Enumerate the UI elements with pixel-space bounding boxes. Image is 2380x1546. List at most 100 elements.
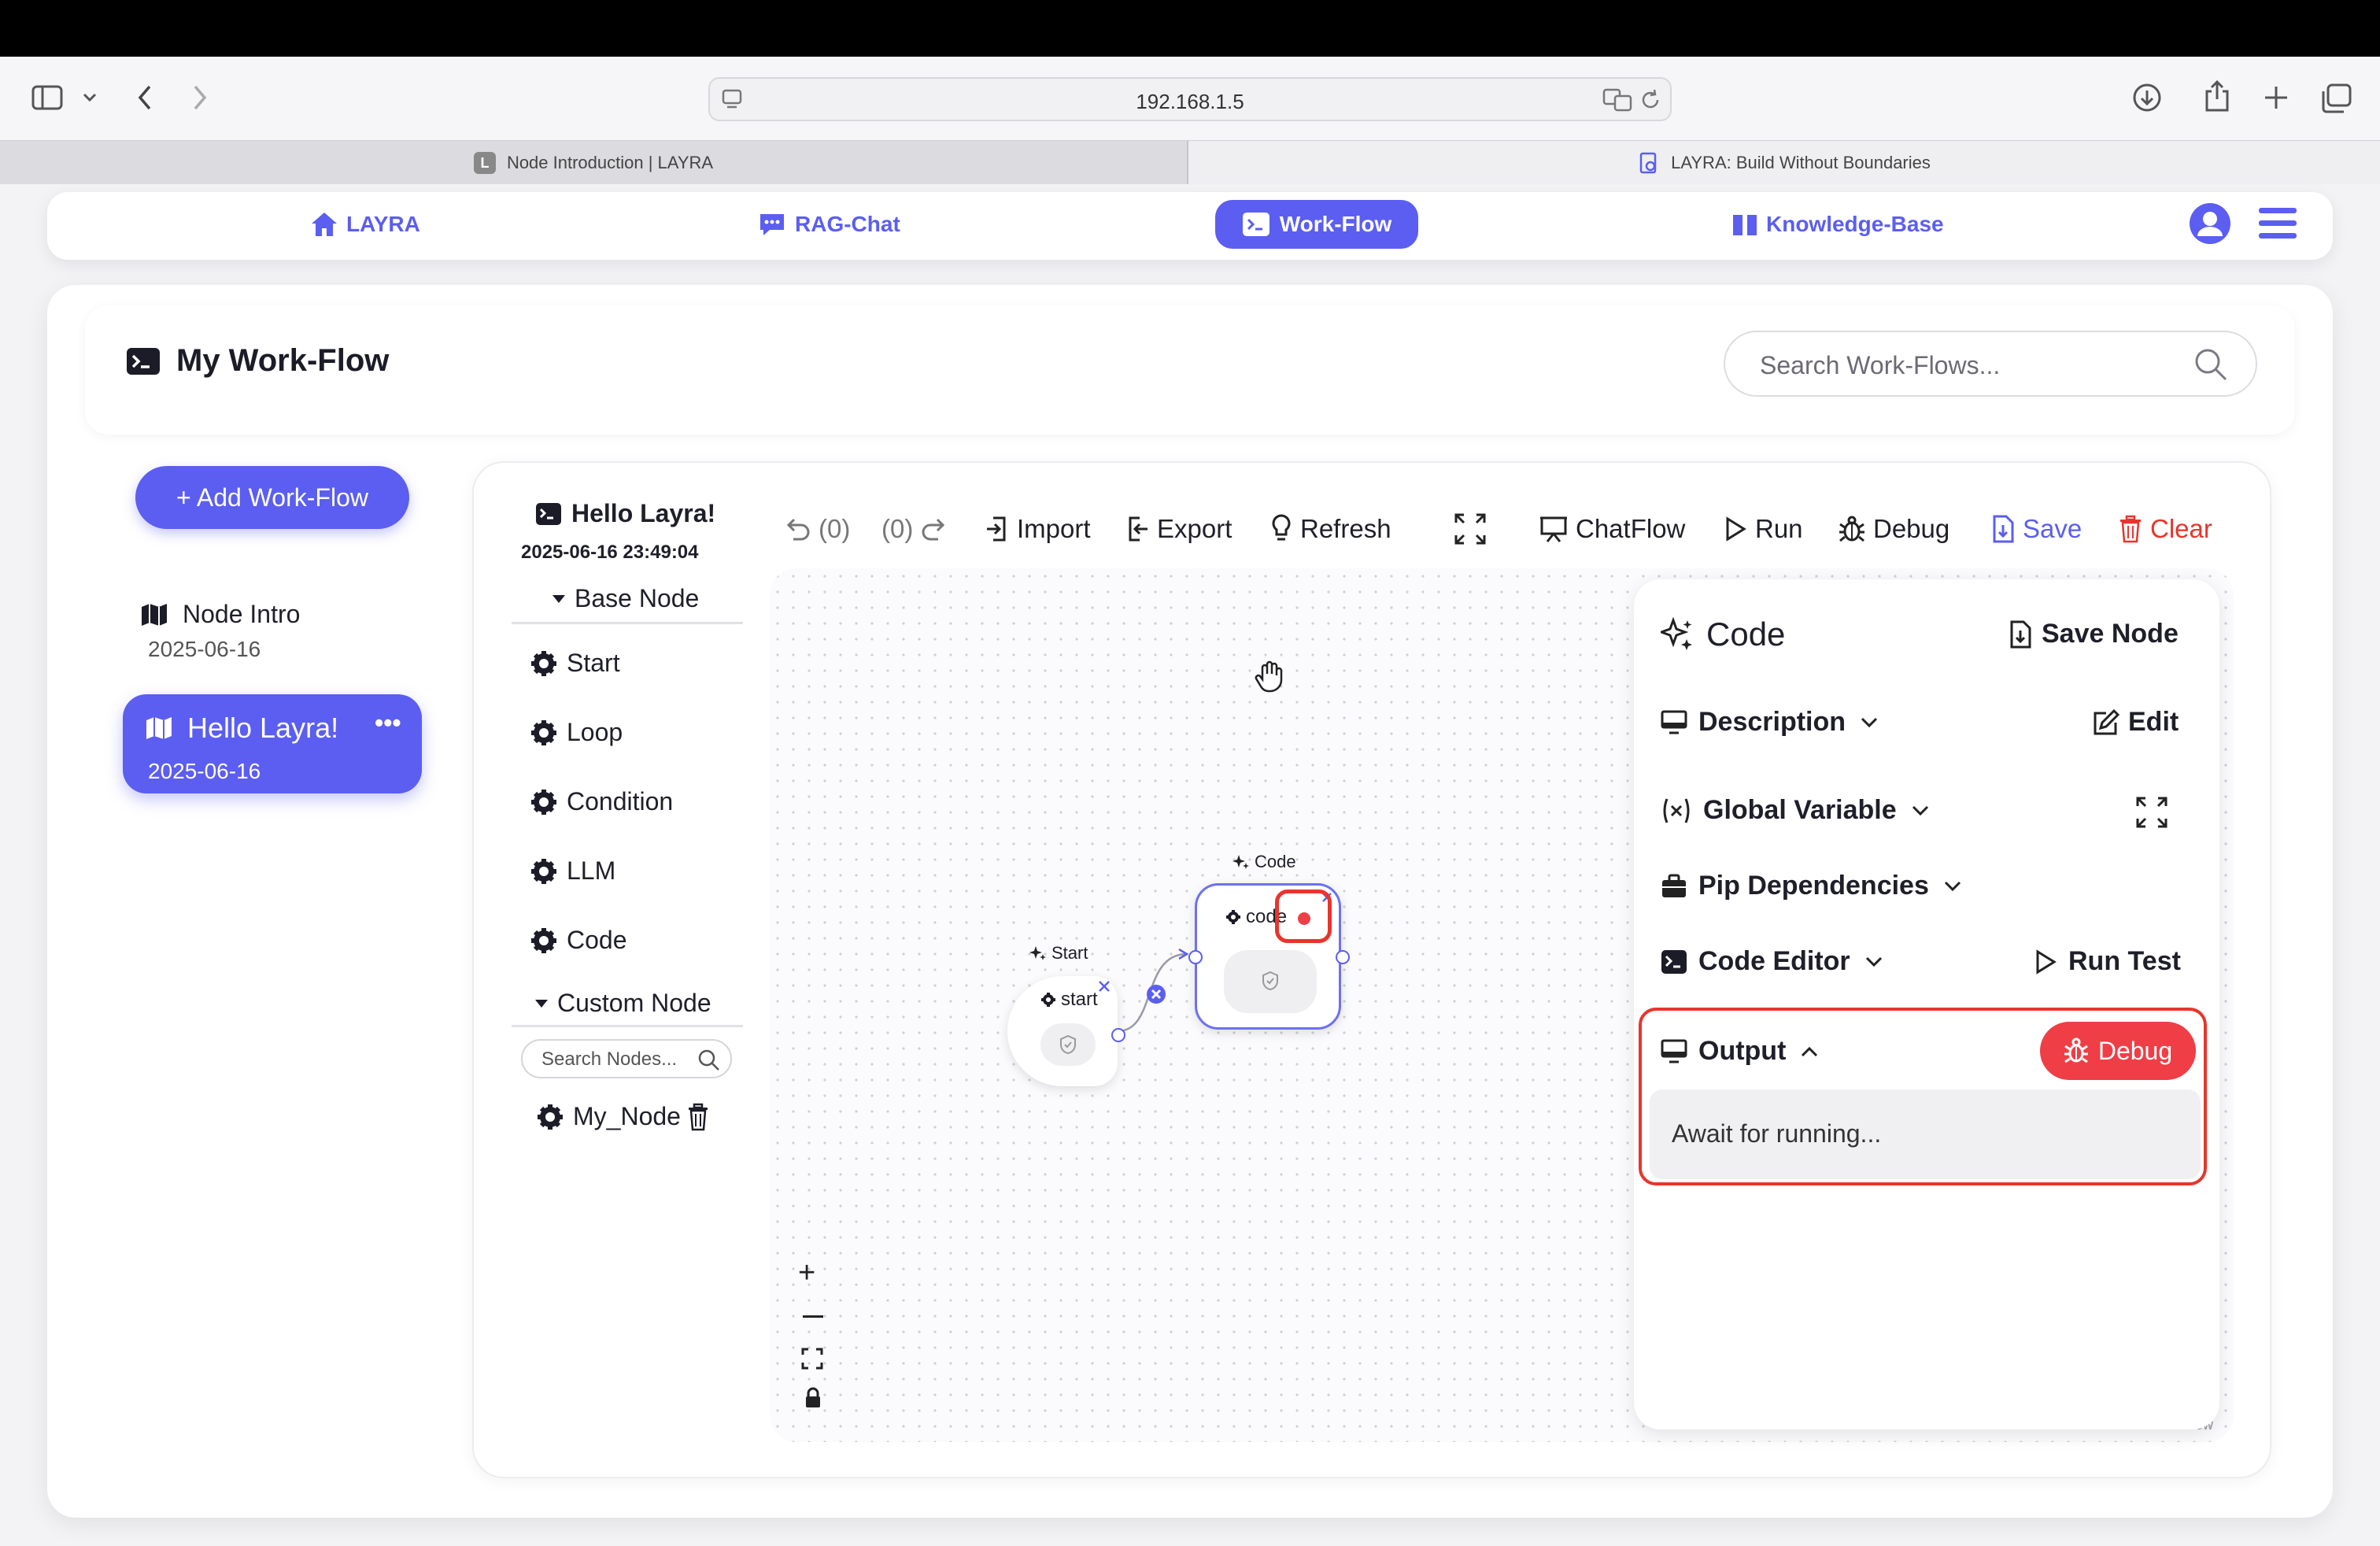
terminal-icon — [1661, 949, 1687, 974]
delete-edge-icon[interactable] — [1144, 982, 1168, 1006]
more-options-icon[interactable]: ••• — [375, 708, 401, 738]
row-label: Description — [1698, 707, 1846, 737]
close-icon[interactable] — [1097, 979, 1111, 993]
lock-icon[interactable] — [804, 1387, 822, 1409]
output-toggle[interactable]: Output — [1661, 1036, 1830, 1067]
address-bar[interactable]: 192.168.1.5 — [708, 77, 1672, 121]
reload-icon[interactable] — [1639, 88, 1662, 112]
chevron-down-icon[interactable] — [82, 91, 98, 104]
download-icon[interactable] — [2131, 82, 2163, 113]
section-label: Base Node — [575, 584, 700, 612]
node-search-input[interactable] — [541, 1049, 699, 1071]
toolbar-label: Import — [1017, 514, 1091, 543]
run-button[interactable]: Run — [1724, 510, 1803, 548]
pip-dependencies-toggle[interactable]: Pip Dependencies — [1661, 871, 1973, 901]
page-title: My Work-Flow — [126, 343, 389, 379]
sidebar-toggle-icon[interactable] — [31, 85, 63, 110]
undo-button[interactable]: (0) — [782, 510, 850, 548]
translate-icon[interactable] — [1602, 88, 1632, 112]
refresh-button[interactable]: Refresh — [1270, 510, 1391, 548]
share-icon[interactable] — [2204, 79, 2230, 113]
node-item-loop[interactable]: Loop — [530, 718, 623, 747]
new-tab-icon[interactable] — [2262, 83, 2290, 112]
back-icon[interactable] — [135, 83, 154, 112]
bug-icon — [2064, 1037, 2088, 1063]
nav-layra[interactable]: LAYRA — [310, 200, 420, 249]
custom-node-section[interactable]: Custom Node — [534, 989, 711, 1018]
divider — [512, 622, 743, 624]
node-search[interactable] — [521, 1039, 732, 1078]
workflow-name: Node Intro — [183, 600, 301, 628]
node-item-code[interactable]: Code — [530, 926, 627, 955]
browser-tab-layra[interactable]: LAYRA: Build Without Boundaries — [1188, 141, 2380, 185]
user-avatar-icon[interactable] — [2188, 202, 2232, 246]
play-icon — [1726, 516, 1746, 542]
description-toggle[interactable]: Description — [1661, 707, 1890, 738]
trash-icon[interactable] — [686, 1103, 711, 1131]
node-label: Code — [567, 926, 627, 954]
nav-knowledge-base[interactable]: Knowledge-Base — [1731, 200, 1944, 249]
gear-icon — [531, 927, 556, 953]
redo-button[interactable]: (0) — [881, 510, 957, 548]
menu-icon[interactable] — [2257, 206, 2298, 241]
node-item-llm[interactable]: LLM — [530, 856, 615, 886]
terminal-icon — [1242, 213, 1269, 236]
gear-icon — [531, 650, 556, 676]
start-node[interactable]: start — [1007, 976, 1125, 1086]
row-label: Pip Dependencies — [1698, 871, 1929, 901]
row-label: Output — [1698, 1036, 1787, 1066]
node-handle-left[interactable] — [1188, 950, 1203, 964]
expand-icon[interactable] — [2136, 797, 2168, 828]
save-node-button[interactable]: Save Node — [2009, 619, 2179, 649]
import-button[interactable]: Import — [985, 510, 1091, 548]
fit-view-icon[interactable] — [801, 1348, 823, 1370]
node-handle-right[interactable] — [1111, 1028, 1125, 1042]
add-work-flow-button[interactable]: + Add Work-Flow — [135, 466, 409, 529]
chatflow-button[interactable]: ChatFlow — [1539, 510, 1685, 548]
undo-count: (0) — [819, 514, 851, 543]
search-icon[interactable] — [697, 1049, 721, 1072]
custom-node-my-node[interactable]: My_Node — [537, 1102, 711, 1131]
section-label: Custom Node — [557, 989, 711, 1017]
gear-icon — [538, 1104, 563, 1130]
chevron-down-icon — [1912, 805, 1928, 816]
node-item-start[interactable]: Start — [530, 649, 620, 678]
node-type-text: Code — [1255, 852, 1296, 871]
run-test-button[interactable]: Run Test — [2034, 946, 2181, 977]
start-node-type-label: Start — [1029, 943, 1088, 963]
forward-icon[interactable] — [190, 83, 209, 112]
nav-work-flow[interactable]: Work-Flow — [1215, 200, 1418, 249]
sparkle-icon — [1029, 946, 1046, 960]
node-handle-right[interactable] — [1336, 950, 1350, 964]
node-item-condition[interactable]: Condition — [530, 787, 673, 816]
workflow-item-hello-layra[interactable]: Hello Layra! ••• 2025-06-16 — [123, 694, 422, 793]
code-editor-toggle[interactable]: Code Editor — [1661, 946, 1894, 977]
browser-tab-node-intro[interactable]: L Node Introduction | LAYRA — [0, 141, 1188, 185]
tab-overview-icon[interactable] — [2320, 83, 2352, 113]
map-icon — [142, 603, 167, 626]
output-debug-button[interactable]: Debug — [2040, 1022, 2196, 1080]
export-icon — [1129, 516, 1148, 542]
chevron-down-icon — [1865, 956, 1882, 967]
edit-icon — [2094, 708, 2120, 734]
monitor-icon — [1661, 710, 1687, 734]
search-icon[interactable] — [2193, 346, 2229, 383]
zoom-out-button[interactable] — [803, 1315, 823, 1318]
zoom-in-button[interactable]: + — [798, 1256, 815, 1290]
global-variable-toggle[interactable]: Global Variable — [1661, 795, 1941, 826]
node-label: My_Node — [573, 1102, 681, 1130]
edit-button[interactable]: Edit — [2092, 707, 2179, 738]
variable-icon — [1663, 797, 1690, 823]
presentation-icon — [1540, 516, 1567, 542]
base-node-section[interactable]: Base Node — [551, 584, 699, 613]
save-button[interactable]: Save — [1991, 510, 2082, 548]
nav-rag-chat[interactable]: RAG-Chat — [757, 200, 900, 249]
search-input[interactable] — [1760, 348, 2185, 383]
debug-button[interactable]: Debug — [1839, 510, 1949, 548]
fullscreen-icon[interactable] — [1454, 513, 1486, 545]
code-node-type-label: Code — [1232, 852, 1296, 872]
clear-button[interactable]: Clear — [2119, 510, 2212, 548]
workflow-search[interactable] — [1724, 331, 2257, 397]
workflow-item-node-intro[interactable]: Node Intro 2025-06-16 — [140, 600, 423, 679]
export-button[interactable]: Export — [1125, 510, 1232, 548]
